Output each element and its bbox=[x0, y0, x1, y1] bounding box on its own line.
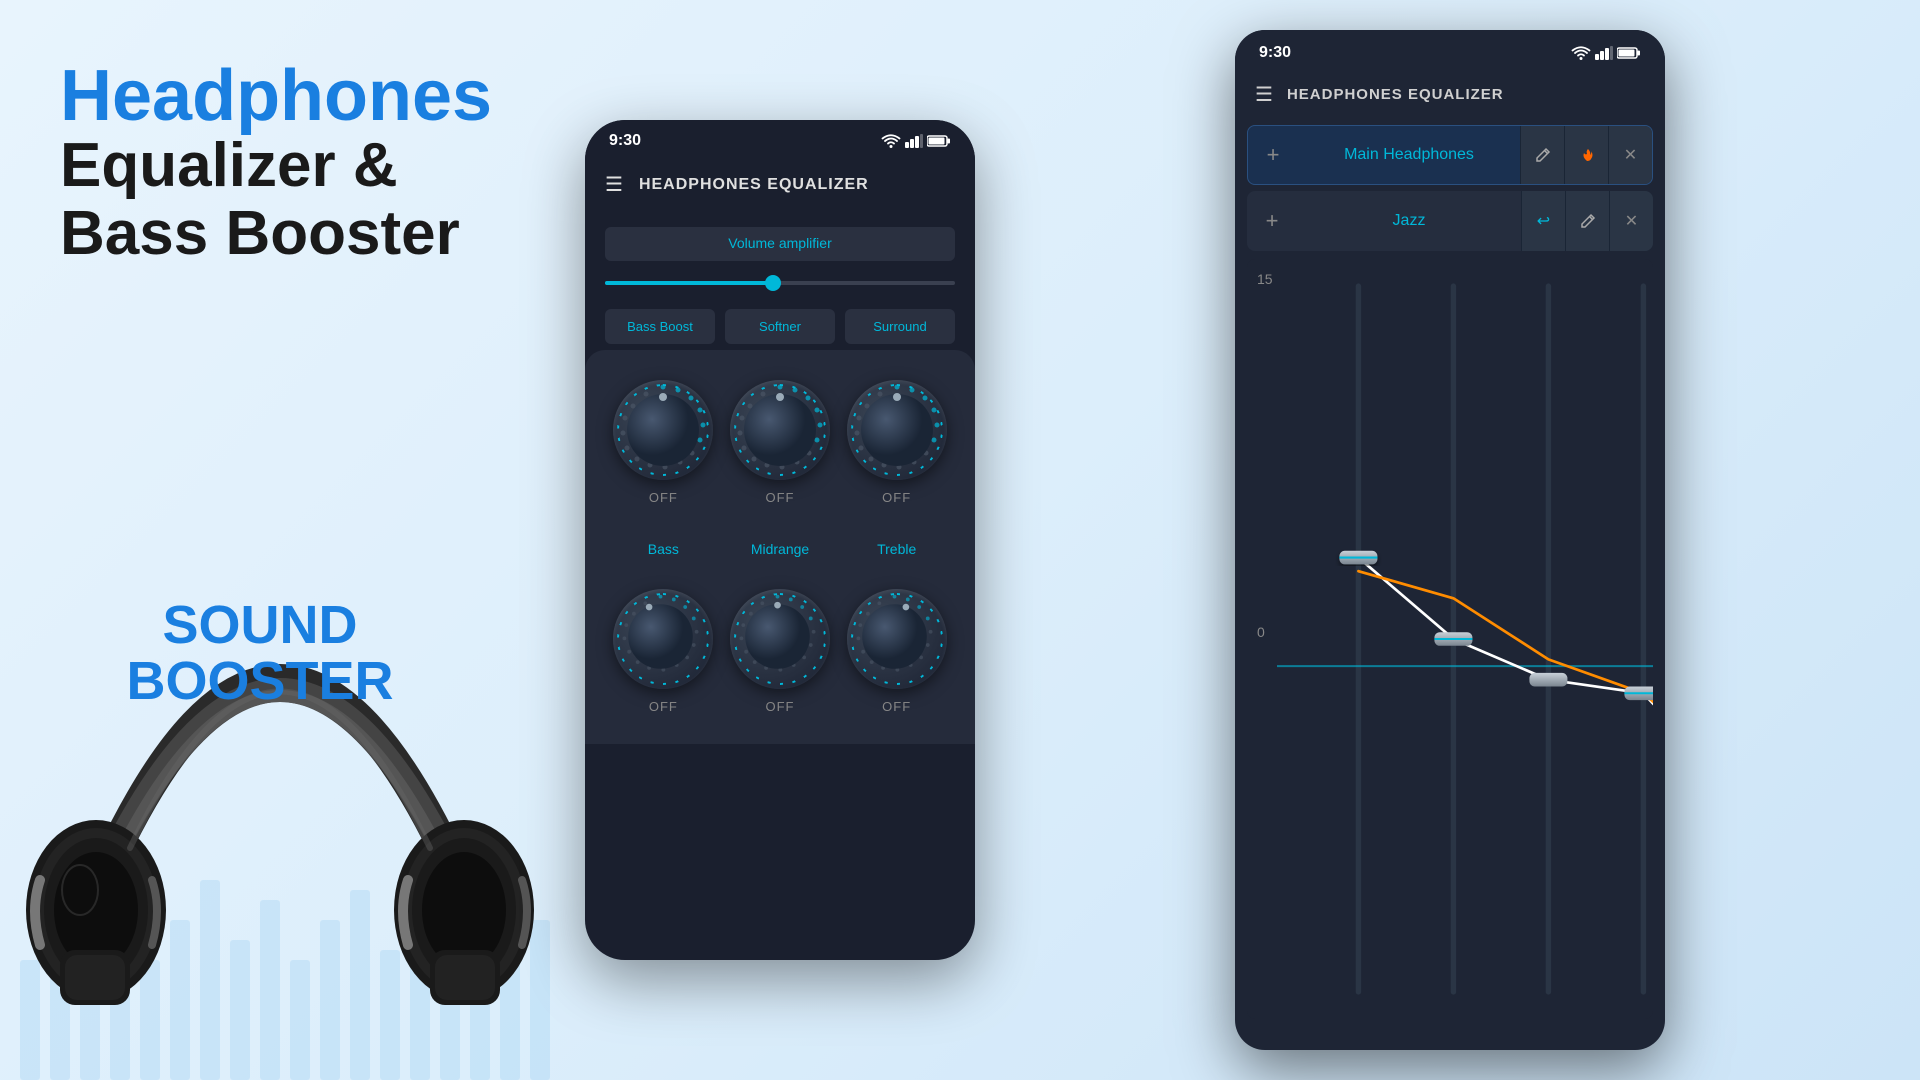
flame-icon bbox=[1579, 147, 1595, 163]
bass-knob[interactable] bbox=[613, 589, 713, 689]
preset2-close-button[interactable]: ✕ bbox=[1609, 191, 1653, 251]
phone2-battery-icon bbox=[1617, 47, 1641, 59]
surround-knob[interactable] bbox=[847, 380, 947, 480]
preset2-pencil-button[interactable] bbox=[1565, 191, 1609, 251]
pencil2-icon bbox=[1580, 213, 1596, 229]
phone2-mockup: 9:30 bbox=[1235, 30, 1665, 1050]
knob6-label: OFF bbox=[882, 699, 911, 714]
main-title-blue: Headphones bbox=[60, 60, 520, 132]
softner-button[interactable]: Softner bbox=[725, 309, 835, 344]
phone1-time: 9:30 bbox=[609, 132, 641, 150]
knob5-wrapper: OFF bbox=[730, 589, 830, 714]
signal-icon bbox=[905, 134, 923, 148]
knob3-wrapper: OFF bbox=[847, 380, 947, 505]
knob1-wrapper: OFF bbox=[613, 380, 713, 505]
phone1-header: ☰ HEADPHONES EQUALIZER bbox=[585, 158, 975, 211]
main-title-black: Equalizer & Bass Booster bbox=[60, 132, 520, 268]
surround-button[interactable]: Surround bbox=[845, 309, 955, 344]
preset1-close-button[interactable]: ✕ bbox=[1608, 126, 1652, 184]
phone1-section: 9:30 bbox=[560, 0, 1000, 1080]
preset1-flame-button[interactable] bbox=[1564, 126, 1608, 184]
eq-scale-mid: 0 bbox=[1257, 624, 1265, 640]
phone2-status-icons bbox=[1571, 44, 1641, 62]
volume-slider[interactable] bbox=[605, 273, 955, 293]
midrange-label-button[interactable]: Midrange bbox=[722, 541, 839, 557]
softner-knob[interactable] bbox=[730, 380, 830, 480]
preset-row-1: + Main Headphones ✕ bbox=[1247, 125, 1653, 185]
knob1-label: OFF bbox=[649, 490, 678, 505]
bass-boost-button[interactable]: Bass Boost bbox=[605, 309, 715, 344]
wifi-icon bbox=[881, 134, 901, 148]
sound-booster-text: SOUND BOOSTER bbox=[60, 597, 460, 710]
phone2-section: 9:30 bbox=[1000, 0, 1920, 1080]
phone1-volume-section: Volume amplifier bbox=[585, 211, 975, 309]
phone2-time: 9:30 bbox=[1259, 44, 1291, 62]
preset1-plus-button[interactable]: + bbox=[1248, 126, 1298, 184]
eq-section-labels: Bass Midrange Treble bbox=[585, 525, 975, 573]
phone2-wifi-icon bbox=[1571, 46, 1591, 60]
preset2-actions: ↩ ✕ bbox=[1521, 191, 1653, 251]
phone2-menu-icon[interactable]: ☰ bbox=[1255, 82, 1273, 107]
knob6-wrapper: OFF bbox=[847, 589, 947, 714]
phone1-header-title: HEADPHONES EQUALIZER bbox=[639, 176, 869, 194]
phone2-header: ☰ HEADPHONES EQUALIZER bbox=[1235, 70, 1665, 119]
knobs-row2: OFF bbox=[585, 573, 975, 744]
eq-visualization bbox=[1277, 259, 1653, 1019]
pencil-icon bbox=[1535, 147, 1551, 163]
knob5-label: OFF bbox=[765, 699, 794, 714]
preset2-name[interactable]: Jazz bbox=[1297, 212, 1521, 230]
bass-label-button[interactable]: Bass bbox=[605, 541, 722, 557]
knob4-label: OFF bbox=[649, 699, 678, 714]
knob3-label: OFF bbox=[882, 490, 911, 505]
knobs-row1: OFF bbox=[585, 350, 975, 525]
left-section: Headphones Equalizer & Bass Booster SOUN… bbox=[0, 0, 560, 1080]
treble-label-button[interactable]: Treble bbox=[838, 541, 955, 557]
midrange-knob[interactable] bbox=[730, 589, 830, 689]
eq-graph-area: 15 0 bbox=[1247, 259, 1653, 1019]
eq-scale-top: 15 bbox=[1257, 271, 1273, 287]
volume-fill bbox=[605, 281, 773, 285]
phone2-header-title: HEADPHONES EQUALIZER bbox=[1287, 86, 1504, 103]
preset1-pencil-button[interactable] bbox=[1520, 126, 1564, 184]
preset-row-2: + Jazz ↩ ✕ bbox=[1247, 191, 1653, 251]
bass-boost-knob[interactable] bbox=[613, 380, 713, 480]
headphones-image: SOUND BOOSTER bbox=[0, 380, 560, 1080]
headphones-svg bbox=[0, 380, 560, 1080]
phone1-mockup: 9:30 bbox=[585, 120, 975, 960]
preset2-plus-button[interactable]: + bbox=[1247, 191, 1297, 251]
preset1-name[interactable]: Main Headphones bbox=[1298, 146, 1520, 164]
battery-icon bbox=[927, 135, 951, 147]
volume-label: Volume amplifier bbox=[728, 235, 832, 251]
phone2-signal-icon bbox=[1595, 46, 1613, 60]
volume-track bbox=[605, 281, 955, 285]
phone1-status-bar: 9:30 bbox=[585, 120, 975, 158]
phone2-status-bar: 9:30 bbox=[1235, 30, 1665, 70]
treble-knob[interactable] bbox=[847, 589, 947, 689]
preset2-undo-button[interactable]: ↩ bbox=[1521, 191, 1565, 251]
hamburger-icon[interactable]: ☰ bbox=[605, 172, 623, 197]
volume-thumb[interactable] bbox=[765, 275, 781, 291]
phone1-status-icons bbox=[881, 134, 951, 148]
knob2-label: OFF bbox=[765, 490, 794, 505]
preset1-actions: ✕ bbox=[1520, 126, 1652, 184]
knob4-wrapper: OFF bbox=[613, 589, 713, 714]
knob2-wrapper: OFF bbox=[730, 380, 830, 505]
volume-label-bar: Volume amplifier bbox=[605, 227, 955, 261]
